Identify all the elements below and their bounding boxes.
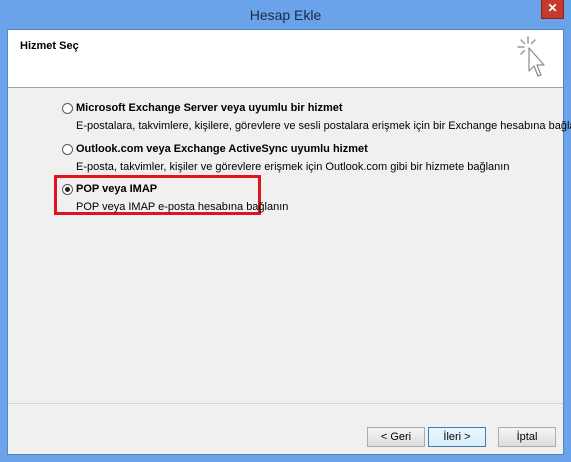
option-label: Outlook.com veya Exchange ActiveSync uyu… bbox=[76, 143, 368, 155]
title-bar[interactable]: Hesap Ekle ✕ bbox=[0, 0, 571, 29]
close-button[interactable]: ✕ bbox=[541, 0, 564, 19]
option-label: Microsoft Exchange Server veya uyumlu bi… bbox=[76, 102, 343, 114]
next-button[interactable]: İleri > bbox=[428, 427, 486, 447]
add-account-window: Hesap Ekle ✕ Hizmet Seç Microsoft Exchan… bbox=[0, 0, 571, 462]
page-title: Hizmet Seç bbox=[20, 40, 79, 52]
option-label: POP veya IMAP bbox=[76, 183, 158, 195]
option-description: E-posta, takvimler, kişiler ve görevlere… bbox=[76, 161, 510, 173]
option-description: E-postalara, takvimlere, kişilere, görev… bbox=[76, 120, 571, 132]
option-pop-imap[interactable]: POP veya IMAP POP veya IMAP e-posta hesa… bbox=[54, 175, 552, 215]
back-button[interactable]: < Geri bbox=[367, 427, 425, 447]
cursor-sparkle-icon bbox=[517, 36, 545, 77]
option-exchange[interactable]: Microsoft Exchange Server veya uyumlu bi… bbox=[62, 100, 571, 134]
window-title: Hesap Ekle bbox=[249, 7, 322, 23]
dialog-client-area: Hizmet Seç Microsoft Exchange Server vey… bbox=[7, 29, 571, 455]
radio-pop-imap[interactable] bbox=[62, 184, 73, 195]
cancel-button[interactable]: İptal bbox=[498, 427, 556, 447]
footer-divider bbox=[8, 403, 563, 404]
radio-outlook-com[interactable] bbox=[62, 144, 73, 155]
dialog-header: Hizmet Seç bbox=[8, 30, 563, 88]
option-outlook-com[interactable]: Outlook.com veya Exchange ActiveSync uyu… bbox=[62, 141, 552, 175]
radio-exchange[interactable] bbox=[62, 103, 73, 114]
option-description: POP veya IMAP e-posta hesabına bağlanın bbox=[76, 201, 289, 213]
close-icon: ✕ bbox=[547, 1, 558, 15]
